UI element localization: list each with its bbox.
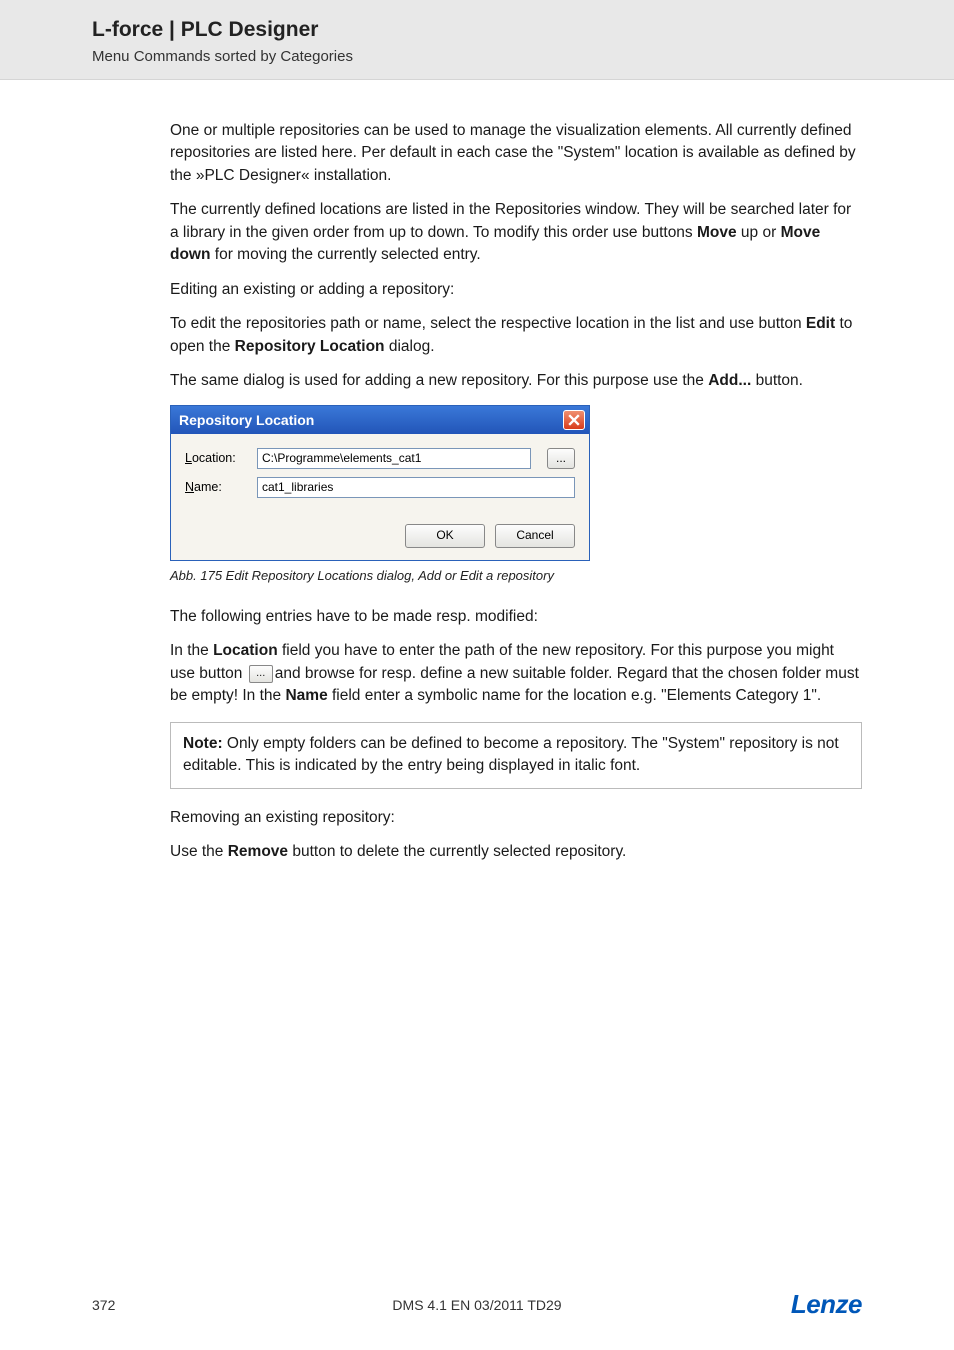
text: for moving the currently selected entry. [210, 246, 480, 263]
dialog-title: Repository Location [179, 410, 314, 430]
repository-location-dialog: Repository Location Location: ... Name: … [170, 405, 590, 561]
paragraph: The currently defined locations are list… [170, 199, 862, 266]
doc-subtitle: Menu Commands sorted by Categories [92, 48, 954, 65]
text: button to delete the currently selected … [288, 843, 626, 860]
text: To edit the repositories path or name, s… [170, 315, 806, 332]
ok-button[interactable]: OK [405, 524, 485, 548]
text: field enter a symbolic name for the loca… [328, 687, 821, 704]
doc-reference: DMS 4.1 EN 03/2011 TD29 [392, 1297, 561, 1313]
paragraph: The following entries have to be made re… [170, 606, 862, 628]
text: dialog. [385, 338, 435, 355]
cancel-button[interactable]: Cancel [495, 524, 575, 548]
browse-button[interactable]: ... [547, 448, 575, 469]
form-row-name: Name: [185, 477, 575, 498]
text-bold: Remove [228, 843, 288, 860]
doc-title: L-force | PLC Designer [92, 18, 954, 42]
text: Use the [170, 843, 228, 860]
close-icon [568, 414, 580, 426]
paragraph: One or multiple repositories can be used… [170, 120, 862, 187]
close-button[interactable] [563, 410, 585, 430]
paragraph: In the Location field you have to enter … [170, 640, 862, 707]
paragraph: Use the Remove button to delete the curr… [170, 841, 862, 863]
dialog-titlebar: Repository Location [171, 406, 589, 434]
browse-icon: ... [249, 665, 273, 683]
page-header: L-force | PLC Designer Menu Commands sor… [0, 0, 954, 80]
note-text: Only empty folders can be defined to bec… [183, 735, 839, 774]
text: In the [170, 642, 213, 659]
name-label: Name: [185, 478, 247, 496]
page-number: 372 [92, 1297, 115, 1313]
text: up or [737, 224, 781, 241]
page-footer: 372 DMS 4.1 EN 03/2011 TD29 Lenze [0, 1289, 954, 1320]
figure-caption: Abb. 175 Edit Repository Locations dialo… [170, 567, 862, 586]
text-bold: Move [697, 224, 737, 241]
paragraph: Removing an existing repository: [170, 807, 862, 829]
lenze-logo: Lenze [791, 1289, 862, 1320]
note-label: Note: [183, 735, 223, 752]
text-bold: Location [213, 642, 278, 659]
location-label: Location: [185, 449, 247, 467]
text: The same dialog is used for adding a new… [170, 372, 708, 389]
page-content: One or multiple repositories can be used… [0, 80, 954, 864]
text-bold: Repository Location [235, 338, 385, 355]
paragraph: The same dialog is used for adding a new… [170, 370, 862, 392]
text-bold: Edit [806, 315, 835, 332]
form-row-location: Location: ... [185, 448, 575, 469]
paragraph: Editing an existing or adding a reposito… [170, 279, 862, 301]
note-box: Note: Only empty folders can be defined … [170, 722, 862, 789]
paragraph: To edit the repositories path or name, s… [170, 313, 862, 358]
text-bold: Name [285, 687, 327, 704]
text: button. [751, 372, 803, 389]
name-input[interactable] [257, 477, 575, 498]
text-bold: Add... [708, 372, 751, 389]
location-input[interactable] [257, 448, 531, 469]
